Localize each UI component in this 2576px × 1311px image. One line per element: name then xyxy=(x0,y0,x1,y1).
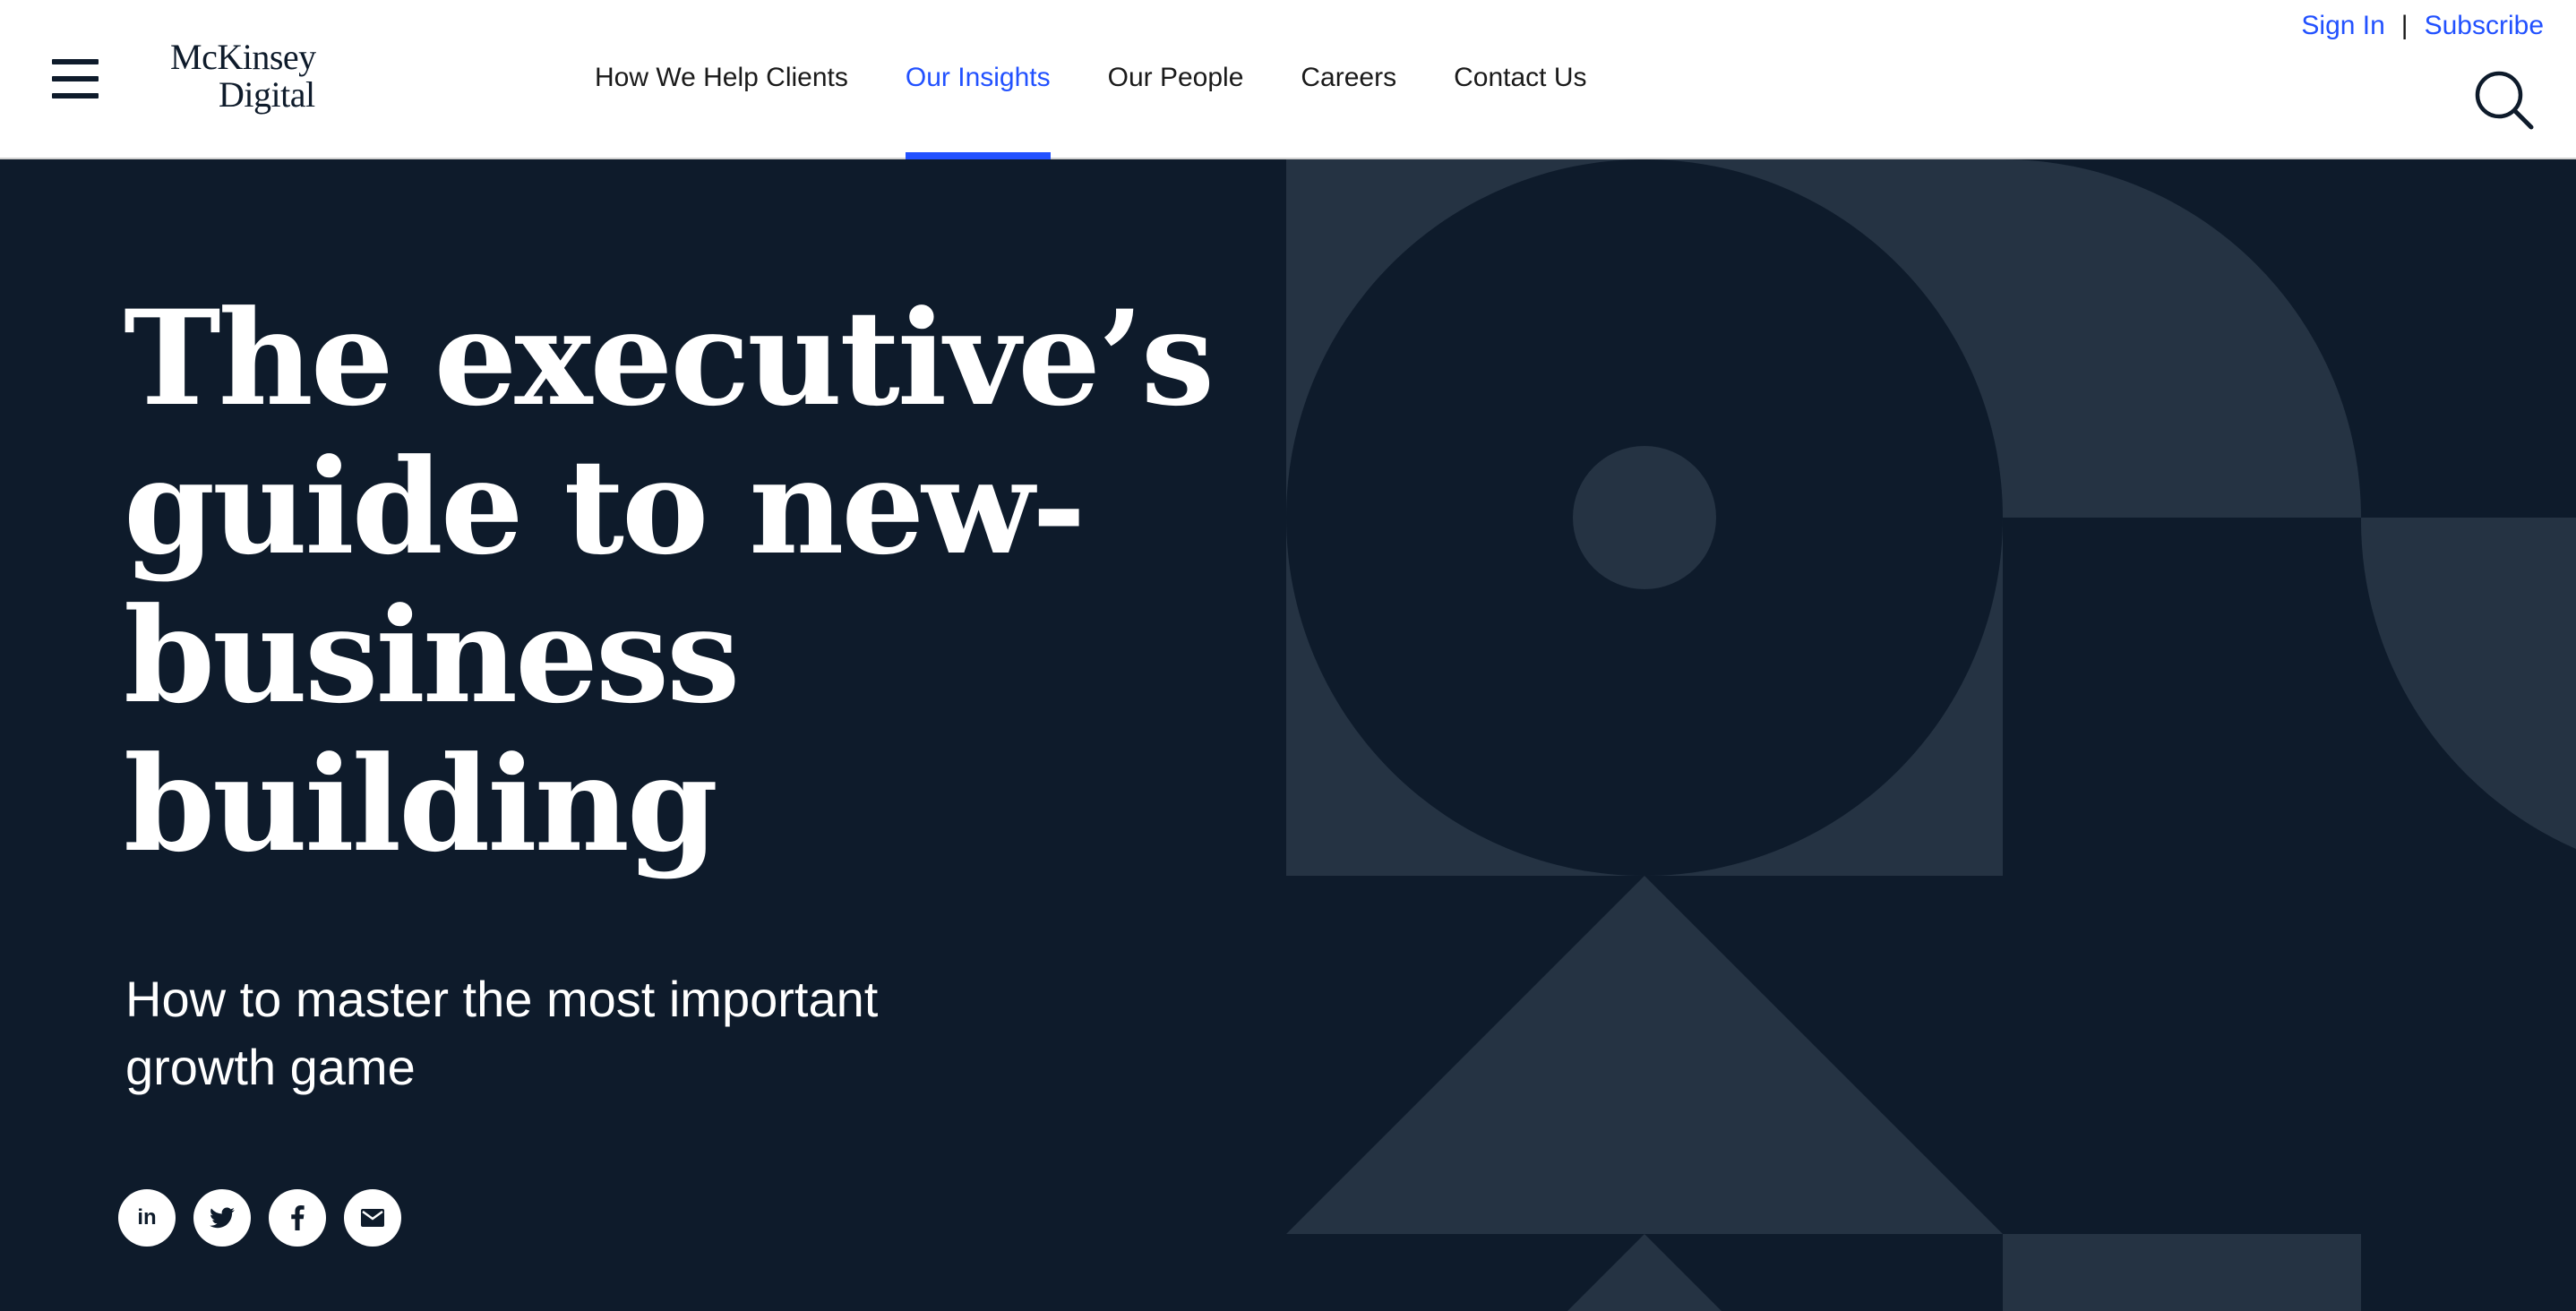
linkedin-icon: in xyxy=(137,1205,157,1230)
share-linkedin-button[interactable]: in xyxy=(118,1189,176,1247)
logo-line-2: Digital xyxy=(219,74,315,115)
hero-section: The executive’s guide to new-business bu… xyxy=(0,159,2576,1311)
hamburger-menu-icon[interactable] xyxy=(52,59,99,99)
subscribe-link[interactable]: Subscribe xyxy=(2425,11,2544,41)
share-twitter-button[interactable] xyxy=(193,1189,251,1247)
logo-line-1: McKinsey xyxy=(170,37,316,77)
nav-item-our-insights[interactable]: Our Insights xyxy=(905,0,1051,159)
site-header: McKinsey Digital How We Help Clients Our… xyxy=(0,0,2576,159)
account-links: Sign In | Subscribe xyxy=(2301,11,2544,41)
nav-item-careers[interactable]: Careers xyxy=(1301,0,1396,159)
nav-item-how-we-help-clients[interactable]: How We Help Clients xyxy=(595,0,848,159)
account-links-separator: | xyxy=(2400,11,2409,40)
email-icon xyxy=(361,1209,384,1227)
nav-item-our-people[interactable]: Our People xyxy=(1108,0,1244,159)
share-facebook-button[interactable] xyxy=(269,1189,326,1247)
nav-item-contact-us[interactable]: Contact Us xyxy=(1454,0,1586,159)
search-icon[interactable] xyxy=(2472,68,2537,133)
share-buttons: in xyxy=(118,1189,401,1247)
main-nav: How We Help Clients Our Insights Our Peo… xyxy=(595,0,1644,159)
share-email-button[interactable] xyxy=(344,1189,401,1247)
facebook-icon xyxy=(291,1205,305,1230)
twitter-icon xyxy=(210,1207,235,1229)
page-subtitle: How to master the most important growth … xyxy=(125,971,879,1095)
page-title: The executive’s guide to new-business bu… xyxy=(124,282,1215,881)
sign-in-link[interactable]: Sign In xyxy=(2301,11,2384,41)
mckinsey-digital-logo[interactable]: McKinsey Digital xyxy=(170,39,340,113)
